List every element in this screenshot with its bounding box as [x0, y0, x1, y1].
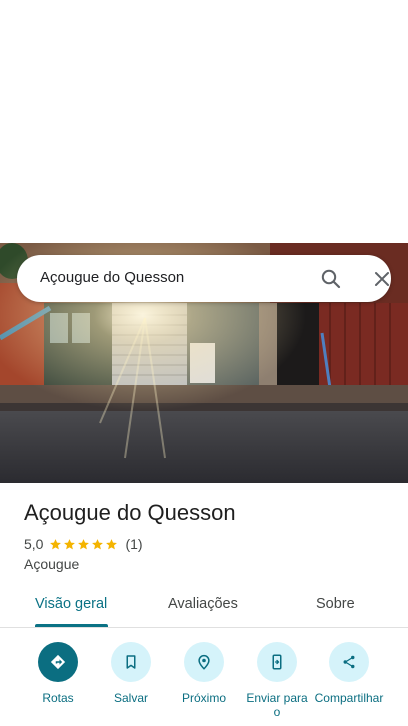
- action-bar: Rotas Salvar Próximo Enviar para o Compa…: [0, 640, 408, 726]
- review-count[interactable]: (1): [125, 536, 142, 552]
- rating-row[interactable]: 5,0 (1): [24, 536, 143, 552]
- bookmark-icon: [111, 642, 151, 682]
- star-icon: [92, 538, 104, 549]
- place-category[interactable]: Açougue: [24, 556, 79, 572]
- share-button[interactable]: Compartilhar: [312, 640, 386, 705]
- share-label: Compartilhar: [314, 691, 384, 705]
- place-title: Açougue do Quesson: [24, 500, 236, 525]
- save-button[interactable]: Salvar: [94, 640, 168, 705]
- rating-value: 5,0: [24, 536, 44, 552]
- search-input[interactable]: Açougue do Quesson: [40, 269, 184, 286]
- directions-label: Rotas: [42, 691, 74, 705]
- search-icon[interactable]: [319, 267, 343, 291]
- star-icon: [78, 538, 90, 549]
- star-icon: [106, 538, 118, 549]
- share-icon: [329, 642, 369, 682]
- send-to-phone-icon: [257, 642, 297, 682]
- nearby-label: Próximo: [181, 691, 226, 705]
- star-icon: [64, 538, 76, 549]
- tab-overview[interactable]: Visão geral: [35, 596, 107, 612]
- close-icon[interactable]: [370, 267, 394, 291]
- star-icon: [50, 538, 62, 549]
- star-rating: [49, 538, 119, 551]
- save-label: Salvar: [113, 691, 148, 705]
- tab-bar: Visão geral Avaliações Sobre: [0, 590, 408, 628]
- send-to-phone-button[interactable]: Enviar para o: [240, 640, 314, 719]
- active-tab-indicator: [35, 624, 108, 627]
- map-blank-area: [0, 0, 408, 243]
- send-to-phone-label: Enviar para o: [246, 691, 308, 719]
- nearby-icon: [184, 642, 224, 682]
- tab-reviews[interactable]: Avaliações: [168, 596, 238, 612]
- directions-button[interactable]: Rotas: [21, 640, 95, 705]
- tab-about[interactable]: Sobre: [316, 596, 355, 612]
- search-bar[interactable]: Açougue do Quesson: [17, 255, 391, 302]
- nearby-button[interactable]: Próximo: [167, 640, 241, 705]
- directions-icon: [38, 642, 78, 682]
